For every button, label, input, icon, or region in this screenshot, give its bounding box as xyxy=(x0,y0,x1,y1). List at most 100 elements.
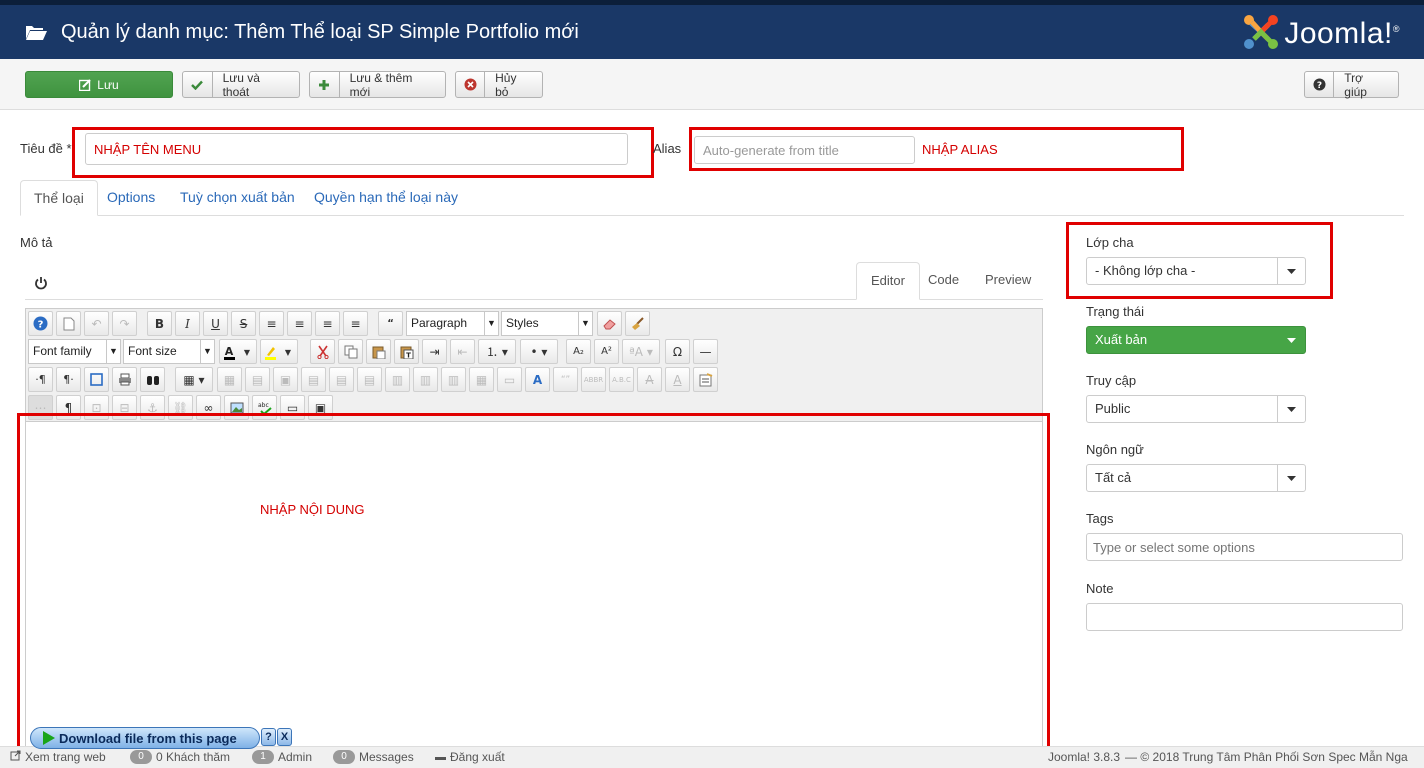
outdent-icon[interactable]: ⇤ xyxy=(450,339,475,364)
visitors-link[interactable]: 0 0 Khách thăm xyxy=(130,750,230,764)
logout-link[interactable]: Đăng xuất xyxy=(435,750,505,764)
superscript-icon[interactable]: A² xyxy=(594,339,619,364)
view-site-link[interactable]: Xem trang web xyxy=(10,750,106,764)
insert-col-before-icon[interactable]: ▥ xyxy=(385,367,410,392)
tab-editor[interactable]: Editor xyxy=(856,262,920,300)
download-help-button[interactable]: ? xyxy=(261,728,276,746)
help-button[interactable]: ? Trợ giúp xyxy=(1304,71,1399,99)
align-justify-icon[interactable]: ≡ xyxy=(259,311,284,336)
messages-link[interactable]: 0 Messages xyxy=(333,750,414,764)
title-annotation-box xyxy=(72,127,654,178)
content-annotation-box xyxy=(17,413,1050,753)
tags-input[interactable] xyxy=(1086,533,1403,561)
access-select[interactable]: Public xyxy=(1086,395,1306,423)
split-cells-icon[interactable]: ▦ xyxy=(469,367,494,392)
align-left-icon[interactable]: ≡ xyxy=(315,311,340,336)
chevron-down-icon xyxy=(1277,327,1305,353)
redo-icon[interactable]: ↷ xyxy=(112,311,137,336)
special-character-icon[interactable]: Ω xyxy=(665,339,690,364)
acronym-icon[interactable]: A.B.C xyxy=(609,367,634,392)
parent-annotation-box xyxy=(1066,222,1333,299)
tab-options[interactable]: Options xyxy=(94,180,168,216)
ltr-icon[interactable]: ·¶ xyxy=(28,367,53,392)
bold-icon[interactable]: B xyxy=(147,311,172,336)
align-right-icon[interactable]: ≡ xyxy=(343,311,368,336)
tab-publishing[interactable]: Tuỳ chọn xuất bản xyxy=(167,180,308,216)
admin-link[interactable]: 1 Admin xyxy=(252,750,312,764)
indent-icon[interactable]: ⇥ xyxy=(422,339,447,364)
citation-icon[interactable]: “” xyxy=(553,367,578,392)
cell-props-icon[interactable]: ▤ xyxy=(245,367,270,392)
rtl-icon[interactable]: ¶· xyxy=(56,367,81,392)
insert-row-before-icon[interactable]: ▤ xyxy=(301,367,326,392)
status-footer: Xem trang web 0 0 Khách thăm 1 Admin 0 M… xyxy=(0,746,1424,768)
paste-icon[interactable] xyxy=(366,339,391,364)
check-icon xyxy=(183,72,213,97)
horizontal-rule-icon[interactable]: — xyxy=(693,339,718,364)
font-size-select[interactable]: Font size ▼ xyxy=(123,339,215,364)
tab-permissions[interactable]: Quyền hạn thể loại này xyxy=(301,180,471,216)
blockquote-icon[interactable]: “ xyxy=(378,311,403,336)
tab-category[interactable]: Thể loại xyxy=(20,180,98,216)
undo-icon[interactable]: ↶ xyxy=(84,311,109,336)
cancel-button[interactable]: Hủy bỏ xyxy=(455,71,543,99)
numbered-list-icon[interactable]: ⒈ ▾ xyxy=(478,339,516,364)
styles-select[interactable]: Styles ▼ xyxy=(501,311,593,336)
language-select[interactable]: Tất cả xyxy=(1086,464,1306,492)
abbreviation-icon[interactable]: ABBR xyxy=(581,367,606,392)
italic-icon[interactable]: I xyxy=(175,311,200,336)
table-icon[interactable]: ▦ ▾ xyxy=(175,367,213,392)
tags-label: Tags xyxy=(1086,511,1114,526)
broom-icon[interactable] xyxy=(625,311,650,336)
save-button[interactable]: Lưu xyxy=(25,71,173,98)
edit-icon xyxy=(79,78,92,91)
find-replace-icon[interactable] xyxy=(140,367,165,392)
text-direction-icon[interactable]: ªA ▾ xyxy=(622,339,660,364)
help-circle-icon[interactable]: ? xyxy=(28,311,53,336)
access-select-value: Public xyxy=(1095,401,1131,416)
note-input[interactable] xyxy=(1086,603,1403,631)
print-icon[interactable] xyxy=(112,367,137,392)
save-close-button[interactable]: Lưu và thoát xyxy=(182,71,300,99)
bullet-list-icon[interactable]: • ▾ xyxy=(520,339,558,364)
style-props-icon[interactable]: A xyxy=(525,367,550,392)
joomla-logo[interactable]: Joomla!® xyxy=(1242,13,1400,54)
subscript-icon[interactable]: A₂ xyxy=(566,339,591,364)
row-props-icon[interactable]: ▭ xyxy=(497,367,522,392)
play-icon xyxy=(43,731,55,745)
cut-icon[interactable] xyxy=(310,339,335,364)
cancel-circle-icon xyxy=(456,72,486,97)
description-label: Mô tả xyxy=(20,235,53,250)
underline-icon[interactable]: U xyxy=(203,311,228,336)
copy-icon[interactable] xyxy=(338,339,363,364)
delete-row-icon[interactable]: ▤ xyxy=(357,367,382,392)
copyright-label: — © 2018 Trung Tâm Phân Phối Sơn Spec Mẫ… xyxy=(1125,750,1408,764)
fullscreen-icon[interactable] xyxy=(84,367,109,392)
delete-table-icon[interactable]: ▦ xyxy=(217,367,242,392)
paste-text-icon[interactable]: T xyxy=(394,339,419,364)
attributes-icon[interactable] xyxy=(693,367,718,392)
align-center-icon[interactable]: ≡ xyxy=(287,311,312,336)
strikethrough-icon[interactable]: S xyxy=(231,311,256,336)
chevron-down-icon xyxy=(1277,396,1305,422)
editor-mode-tabs: Editor Code Preview xyxy=(25,262,1043,300)
paragraph-select[interactable]: Paragraph ▼ xyxy=(406,311,499,336)
insert-col-after-icon[interactable]: ▥ xyxy=(413,367,438,392)
text-color-icon[interactable]: A ▼ xyxy=(219,339,257,364)
download-file-bar[interactable]: Download file from this page xyxy=(30,727,260,749)
highlight-color-icon[interactable]: ▼ xyxy=(260,339,298,364)
font-family-select[interactable]: Font family ▼ xyxy=(28,339,121,364)
tab-code[interactable]: Code xyxy=(914,262,973,300)
status-select[interactable]: Xuất bản xyxy=(1086,326,1306,354)
new-document-icon[interactable] xyxy=(56,311,81,336)
download-close-button[interactable]: X xyxy=(277,728,292,746)
delete-col-icon[interactable]: ▥ xyxy=(441,367,466,392)
insert-row-after-icon[interactable]: ▤ xyxy=(329,367,354,392)
merge-cells-icon[interactable]: ▣ xyxy=(273,367,298,392)
insertion-icon[interactable]: A xyxy=(665,367,690,392)
tab-preview[interactable]: Preview xyxy=(971,262,1045,300)
deletion-icon[interactable]: A xyxy=(637,367,662,392)
save-new-button[interactable]: Lưu & thêm mới xyxy=(309,71,446,99)
note-label: Note xyxy=(1086,581,1114,596)
eraser-icon[interactable] xyxy=(597,311,622,336)
